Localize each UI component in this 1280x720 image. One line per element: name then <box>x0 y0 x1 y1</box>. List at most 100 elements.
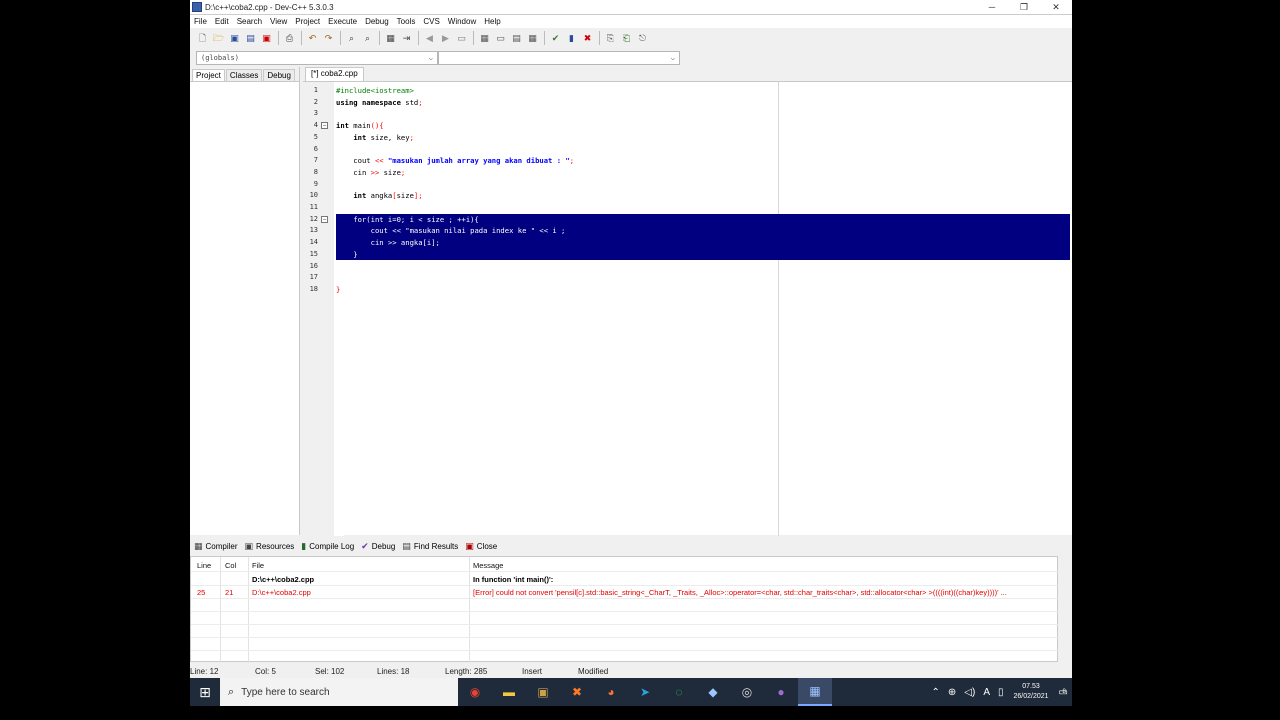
tab-resources[interactable]: ▣ Resources <box>245 541 295 552</box>
fold-toggle-icon[interactable]: − <box>321 215 328 223</box>
save-all-icon[interactable]: ▤ <box>244 32 257 45</box>
menu-execute[interactable]: Execute <box>328 17 357 26</box>
code-line[interactable]: 17 <box>303 272 1072 284</box>
line-number: 6 <box>313 144 318 153</box>
close-file-icon[interactable]: ▣ <box>260 32 273 45</box>
menu-search[interactable]: Search <box>237 17 262 26</box>
tab-find-results[interactable]: ▤ Find Results <box>402 541 458 552</box>
code-line[interactable]: 9 <box>303 179 1072 191</box>
code-text: int angka[size]; <box>353 191 423 201</box>
project-icon[interactable]: ▦ <box>478 32 491 45</box>
goto-line-icon[interactable]: ▦ <box>384 32 397 45</box>
code-line[interactable]: 7 cout << "masukan jumlah array yang aka… <box>303 155 1072 167</box>
tab-debug[interactable]: Debug <box>263 69 295 81</box>
file-explorer-icon[interactable]: ▬ <box>492 678 526 706</box>
back-icon[interactable]: ◀ <box>423 32 436 45</box>
network-icon[interactable]: ⊕ <box>948 687 956 698</box>
exit-icon[interactable]: ⎋ <box>636 32 649 45</box>
code-line[interactable]: 1 #include<iostream> <box>303 85 1072 97</box>
close-button[interactable]: ✕ <box>1040 0 1072 15</box>
code-line[interactable]: 15 } <box>303 248 1072 261</box>
tab-classes[interactable]: Classes <box>225 69 263 81</box>
tab-project[interactable]: Project <box>192 69 225 81</box>
undo-icon[interactable]: ↶ <box>306 32 319 45</box>
tab-compiler[interactable]: ▦ Compiler <box>194 541 238 552</box>
code-editor[interactable]: 1 #include<iostream> 2 using namespace std;… <box>303 81 1072 536</box>
app-purple-icon[interactable]: ● <box>764 678 798 706</box>
window-icon[interactable]: ▭ <box>494 32 507 45</box>
telegram-icon[interactable]: ➤ <box>628 678 662 706</box>
xampp-icon[interactable]: ✖ <box>560 678 594 706</box>
tab-compile-log[interactable]: ▮ Compile Log <box>301 541 354 552</box>
minimize-button[interactable]: ─ <box>976 0 1008 15</box>
scope-select[interactable]: (globals) ⌵ <box>196 51 438 65</box>
language-icon[interactable]: A <box>983 687 990 698</box>
fold-toggle-icon[interactable]: − <box>321 122 328 130</box>
code-line[interactable]: 8 cin >> size; <box>303 167 1072 179</box>
taskbar-search[interactable]: ⌕ Type here to search <box>220 678 458 706</box>
code-line[interactable]: 16 <box>303 261 1072 273</box>
print-icon[interactable]: ⎙ <box>283 32 296 45</box>
menu-window[interactable]: Window <box>448 17 476 26</box>
message-row-error[interactable]: 25 21 D:\c++\coba2.cpp [Error] could not… <box>191 586 1059 599</box>
virtualbox-icon[interactable]: ◆ <box>696 678 730 706</box>
menu-view[interactable]: View <box>270 17 287 26</box>
redo-icon[interactable]: ↷ <box>322 32 335 45</box>
code-line[interactable]: 18} <box>303 284 1072 296</box>
code-line[interactable]: 11 <box>303 202 1072 214</box>
code-line[interactable]: 2 using namespace std; <box>303 97 1072 109</box>
chevron-up-icon[interactable]: ⌃ <box>932 687 940 698</box>
tab-debug-output[interactable]: ✔ Debug <box>361 541 395 552</box>
whatsapp-icon[interactable]: ◌ <box>662 678 696 706</box>
chart-icon[interactable]: ▮ <box>565 32 578 45</box>
menu-edit[interactable]: Edit <box>215 17 229 26</box>
tab-close-label: Close <box>476 541 498 551</box>
menu-file[interactable]: File <box>194 17 207 26</box>
forward-icon[interactable]: ▶ <box>439 32 452 45</box>
resources-icon: ▣ <box>244 540 254 551</box>
chrome-icon[interactable]: ◉ <box>458 678 492 706</box>
bookmark-icon[interactable]: ▭ <box>455 32 468 45</box>
windows-start-icon[interactable]: ⊞ <box>190 678 220 706</box>
firefox-icon[interactable]: ◕ <box>594 678 628 706</box>
compile-check-icon[interactable]: ✔ <box>549 32 562 45</box>
class-browser-icon[interactable]: ▤ <box>510 32 523 45</box>
menu-cvs[interactable]: CVS <box>423 17 439 26</box>
menu-debug[interactable]: Debug <box>365 17 389 26</box>
member-select[interactable]: ⌵ <box>438 51 680 65</box>
file-tab[interactable]: [*] coba2.cpp <box>305 67 364 81</box>
menu-project[interactable]: Project <box>295 17 320 26</box>
code-line[interactable]: 5 int size, key; <box>303 132 1072 144</box>
indent-icon[interactable]: ⇥ <box>400 32 413 45</box>
battery-icon[interactable]: ▯ <box>998 687 1004 698</box>
code-line[interactable]: 4− int main(){ <box>303 120 1072 132</box>
notepad-icon[interactable]: ▣ <box>526 678 560 706</box>
notification-icon[interactable]: ▭ 8 <box>1059 687 1068 698</box>
options-icon[interactable]: ▦ <box>526 32 539 45</box>
volume-icon[interactable]: ◁) <box>964 687 975 698</box>
restore-button[interactable]: ❐ <box>1008 0 1040 15</box>
tab-close[interactable]: ▣ Close <box>465 541 497 552</box>
code-line[interactable]: 6 <box>303 144 1072 156</box>
open-file-icon[interactable]: 🗁 <box>212 32 225 45</box>
message-row[interactable]: D:\c++\coba2.cpp In function 'int main()… <box>191 573 1059 586</box>
code-line[interactable]: 13 cout << "masukan nilai pada index ke … <box>303 225 1072 238</box>
code-text: for(int i=0; i < size ; ++i){ <box>336 214 479 224</box>
insert-icon[interactable]: ⎘ <box>604 32 617 45</box>
code-line[interactable]: 14 cin >> angka[i]; <box>303 237 1072 249</box>
devcpp-taskbar-icon[interactable]: ▦ <box>798 678 832 706</box>
menu-tools[interactable]: Tools <box>397 17 416 26</box>
new-file-icon[interactable]: 🗋 <box>196 32 209 45</box>
code-line[interactable]: 3 <box>303 108 1072 120</box>
save-icon[interactable]: ▣ <box>228 32 241 45</box>
stop-icon[interactable]: ✖ <box>581 32 594 45</box>
menu-help[interactable]: Help <box>484 17 500 26</box>
toggle-icon[interactable]: ⎗ <box>620 32 633 45</box>
code-line[interactable]: 12− for(int i=0; i < size ; ++i){ <box>303 213 1072 226</box>
clock[interactable]: 07.53 26/02/2021 <box>1014 682 1049 702</box>
find-icon[interactable]: ⌕ <box>345 32 358 45</box>
project-tree[interactable] <box>190 81 299 535</box>
code-line[interactable]: 10 int angka[size]; <box>303 190 1072 202</box>
obs-icon[interactable]: ◎ <box>730 678 764 706</box>
replace-icon[interactable]: ⌕ <box>361 32 374 45</box>
